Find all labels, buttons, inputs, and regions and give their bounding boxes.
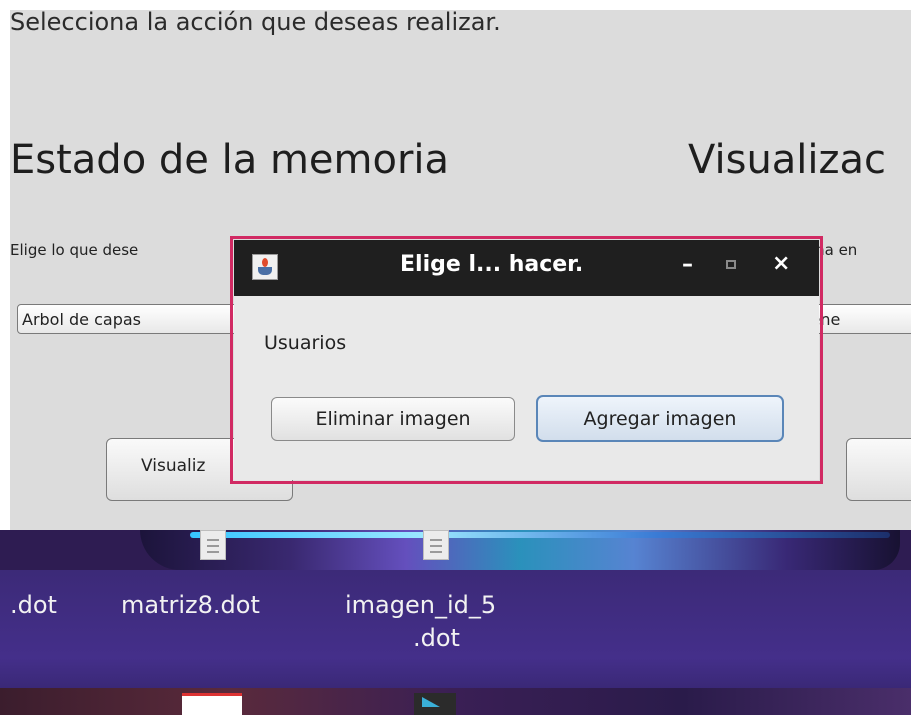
java-app-icon [252, 254, 278, 280]
dialog-title: Elige l... hacer. [400, 252, 584, 277]
instruction-text: Selecciona la acción que deseas realizar… [10, 10, 501, 36]
dialog-message: Usuarios [264, 332, 347, 354]
desktop-background: .dot matriz8.dot imagen_id_5 .dot [0, 530, 911, 715]
maximize-icon[interactable] [726, 260, 736, 269]
desktop-file-label[interactable]: matriz8.dot [121, 591, 260, 619]
add-image-button[interactable]: Agregar imagen [536, 395, 784, 442]
visualization-heading: Visualizac [688, 137, 887, 183]
close-icon[interactable]: × [772, 251, 790, 276]
memory-choice-label: Elige lo que dese [10, 241, 139, 259]
file-icon[interactable] [423, 530, 449, 560]
delete-image-button[interactable]: Eliminar imagen [271, 397, 515, 441]
desktop-file-label-line2[interactable]: .dot [413, 624, 460, 652]
memory-state-heading: Estado de la memoria [10, 137, 450, 183]
dialog-titlebar[interactable]: Elige l... hacer. – × [234, 240, 819, 296]
desktop-file-label[interactable]: .dot [10, 591, 57, 619]
choice-dialog: Elige l... hacer. – × Usuarios Eliminar … [234, 240, 819, 480]
application-icon[interactable] [414, 693, 456, 715]
wallpaper-glow-line [190, 532, 890, 538]
minimize-icon[interactable]: – [682, 252, 693, 277]
desktop-file-label[interactable]: imagen_id_5 [345, 591, 496, 619]
document-icon[interactable] [182, 693, 242, 715]
file-icon[interactable] [200, 530, 226, 560]
right-action-button[interactable] [846, 438, 911, 501]
